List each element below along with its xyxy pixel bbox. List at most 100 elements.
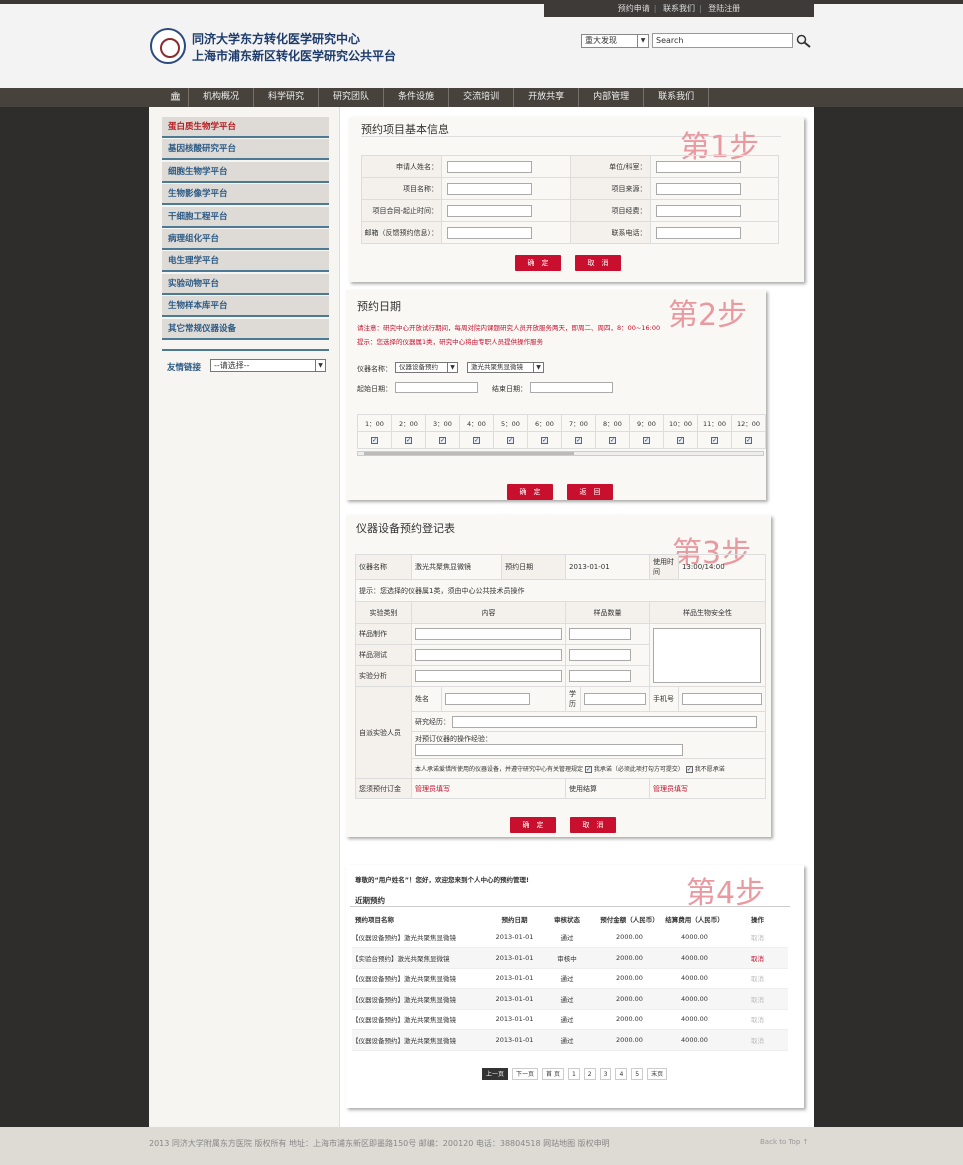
staff-edu-input[interactable] <box>583 693 646 705</box>
qty-input[interactable] <box>569 649 631 661</box>
cancel-link[interactable]: 取消 <box>727 1009 788 1030</box>
staff-name-input[interactable] <box>445 693 530 705</box>
email-input[interactable] <box>447 226 532 239</box>
scrollbar-thumb[interactable] <box>364 452 574 455</box>
page-button[interactable]: 4 <box>615 1068 628 1080</box>
settle-value: 管理员填写 <box>648 778 767 799</box>
project-source-input[interactable] <box>655 182 741 195</box>
page-button[interactable]: 3 <box>599 1068 612 1080</box>
contract-period-input[interactable] <box>447 204 532 217</box>
phone-input[interactable] <box>655 226 741 239</box>
qty-input[interactable] <box>569 670 631 682</box>
link-login[interactable]: 登陆注册 <box>708 4 740 13</box>
link-booking[interactable]: 预约申请 <box>618 4 650 13</box>
nav-item-contact[interactable]: 联系我们 <box>644 88 710 107</box>
search-icon[interactable] <box>796 34 811 48</box>
disagree-checkbox[interactable]: ✓ <box>685 766 693 773</box>
hour-checkbox[interactable]: ✓ <box>541 437 548 444</box>
friend-links-select[interactable]: --请选择-- ▼ <box>210 359 326 372</box>
sidebar-item[interactable]: 生物影像学平台 <box>162 184 329 206</box>
qty-input[interactable] <box>569 628 631 640</box>
page-button[interactable]: 1 <box>567 1068 580 1080</box>
sidebar-item[interactable]: 实验动物平台 <box>162 273 329 295</box>
experience-input[interactable] <box>452 715 758 728</box>
cell-prepaid: 2000.00 <box>597 947 662 969</box>
hour-checkbox[interactable]: ✓ <box>609 437 616 444</box>
step1-confirm-button[interactable]: 确 定 <box>515 255 561 271</box>
sidebar-item[interactable]: 干细胞工程平台 <box>162 206 329 228</box>
step2-confirm-button[interactable]: 确 定 <box>507 484 553 500</box>
operation-input[interactable] <box>415 744 683 756</box>
page-button[interactable]: 2 <box>583 1068 596 1080</box>
nav-item-team[interactable]: 研究团队 <box>319 88 385 107</box>
project-name-input[interactable] <box>447 182 532 195</box>
link-contact[interactable]: 联系我们 <box>663 4 695 13</box>
instrument-type-select[interactable]: 仪器设备预约 ▼ <box>395 362 458 373</box>
nav-item-training[interactable]: 交流培训 <box>449 88 515 107</box>
logo-icon[interactable] <box>150 28 186 64</box>
hour-checkbox[interactable]: ✓ <box>405 437 412 444</box>
nav-item-about[interactable]: 机构概况 <box>189 88 255 107</box>
step3-confirm-button[interactable]: 确 定 <box>510 817 556 833</box>
nav-item-internal[interactable]: 内部管理 <box>579 88 645 107</box>
cancel-link[interactable]: 取消 <box>727 947 788 969</box>
step1-cancel-button[interactable]: 取 消 <box>575 255 621 271</box>
hour-checkbox[interactable]: ✓ <box>677 437 684 444</box>
last-page-button[interactable]: 末页 <box>647 1068 668 1080</box>
hour-checkbox[interactable]: ✓ <box>575 437 582 444</box>
home-icon[interactable]: 🏛 <box>163 88 189 107</box>
field-label: 单位/科室： <box>569 155 651 178</box>
cell-settled: 4000.00 <box>662 1009 727 1030</box>
agree-checkbox[interactable]: ✓ <box>584 766 592 773</box>
hour-cell: 2：00 <box>391 414 426 432</box>
page-button[interactable]: 5 <box>631 1068 644 1080</box>
staff-phone-input[interactable] <box>681 693 762 705</box>
hour-checkbox[interactable]: ✓ <box>371 437 378 444</box>
table-row: 【仪器设备预约】激光共聚焦显微镜 2013-01-01 通过 2000.00 4000.… <box>352 1029 788 1051</box>
sidebar-item[interactable]: 细胞生物学平台 <box>162 161 329 183</box>
cancel-link[interactable]: 取消 <box>727 988 788 1010</box>
hour-checkbox[interactable]: ✓ <box>473 437 480 444</box>
sidebar-item[interactable]: 生物样本库平台 <box>162 296 329 318</box>
hour-grid-scrollbar[interactable] <box>357 451 764 456</box>
sidebar-item[interactable]: 电生理学平台 <box>162 251 329 273</box>
hour-checkbox[interactable]: ✓ <box>745 437 752 444</box>
content-input[interactable] <box>415 628 562 640</box>
safety-textarea[interactable] <box>652 627 761 683</box>
hour-checkbox[interactable]: ✓ <box>507 437 514 444</box>
instrument-name-select[interactable]: 激光共聚焦显微镜 ▼ <box>467 362 544 373</box>
hour-cell: 3：00 <box>425 414 460 432</box>
end-date-input[interactable] <box>530 382 613 393</box>
prev-page-button[interactable]: 上一页 <box>482 1068 509 1080</box>
nav-item-sharing[interactable]: 开放共享 <box>514 88 580 107</box>
content-input[interactable] <box>415 649 562 661</box>
sidebar-item[interactable]: 基因核酸研究平台 <box>162 139 329 161</box>
sidebar-item[interactable]: 蛋白质生物学平台 <box>162 117 329 138</box>
nav-item-research[interactable]: 科学研究 <box>254 88 320 107</box>
hour-checkbox[interactable]: ✓ <box>643 437 650 444</box>
nav-item-facilities[interactable]: 条件设施 <box>384 88 450 107</box>
step2-back-button[interactable]: 返 回 <box>567 484 613 500</box>
sidebar-item[interactable]: 其它常规仪器设备 <box>162 318 329 340</box>
back-to-top-link[interactable]: Back to Top ↑ <box>760 1138 808 1146</box>
step3-cancel-button[interactable]: 取 消 <box>570 817 616 833</box>
start-date-input[interactable] <box>395 382 478 393</box>
col-qty: 样品数量 <box>565 601 650 624</box>
category-select[interactable]: 重大发现 ▼ <box>581 34 649 48</box>
content-input[interactable] <box>415 670 562 682</box>
cancel-link[interactable]: 取消 <box>727 1029 788 1051</box>
project-funds-input[interactable] <box>655 204 741 217</box>
cancel-link[interactable]: 取消 <box>727 968 788 989</box>
hour-checkbox[interactable]: ✓ <box>439 437 446 444</box>
department-input[interactable] <box>655 160 741 173</box>
sidebar-item[interactable]: 病理组化平台 <box>162 228 329 250</box>
step3-form: 仪器名称 激光共聚焦显微镜 预约日期 2013-01-01 使用时间 13:00… <box>355 554 767 799</box>
cancel-link[interactable]: 取消 <box>727 927 788 948</box>
first-page-button[interactable]: 首 页 <box>542 1068 564 1080</box>
top-links: 预约申请 | 联系我们 | 登陆注册 <box>544 0 814 17</box>
hour-checkbox[interactable]: ✓ <box>711 437 718 444</box>
search-input[interactable]: Search <box>652 33 793 48</box>
cell-status: 通过 <box>537 927 597 948</box>
applicant-name-input[interactable] <box>447 160 532 173</box>
next-page-button[interactable]: 下一页 <box>512 1068 539 1080</box>
